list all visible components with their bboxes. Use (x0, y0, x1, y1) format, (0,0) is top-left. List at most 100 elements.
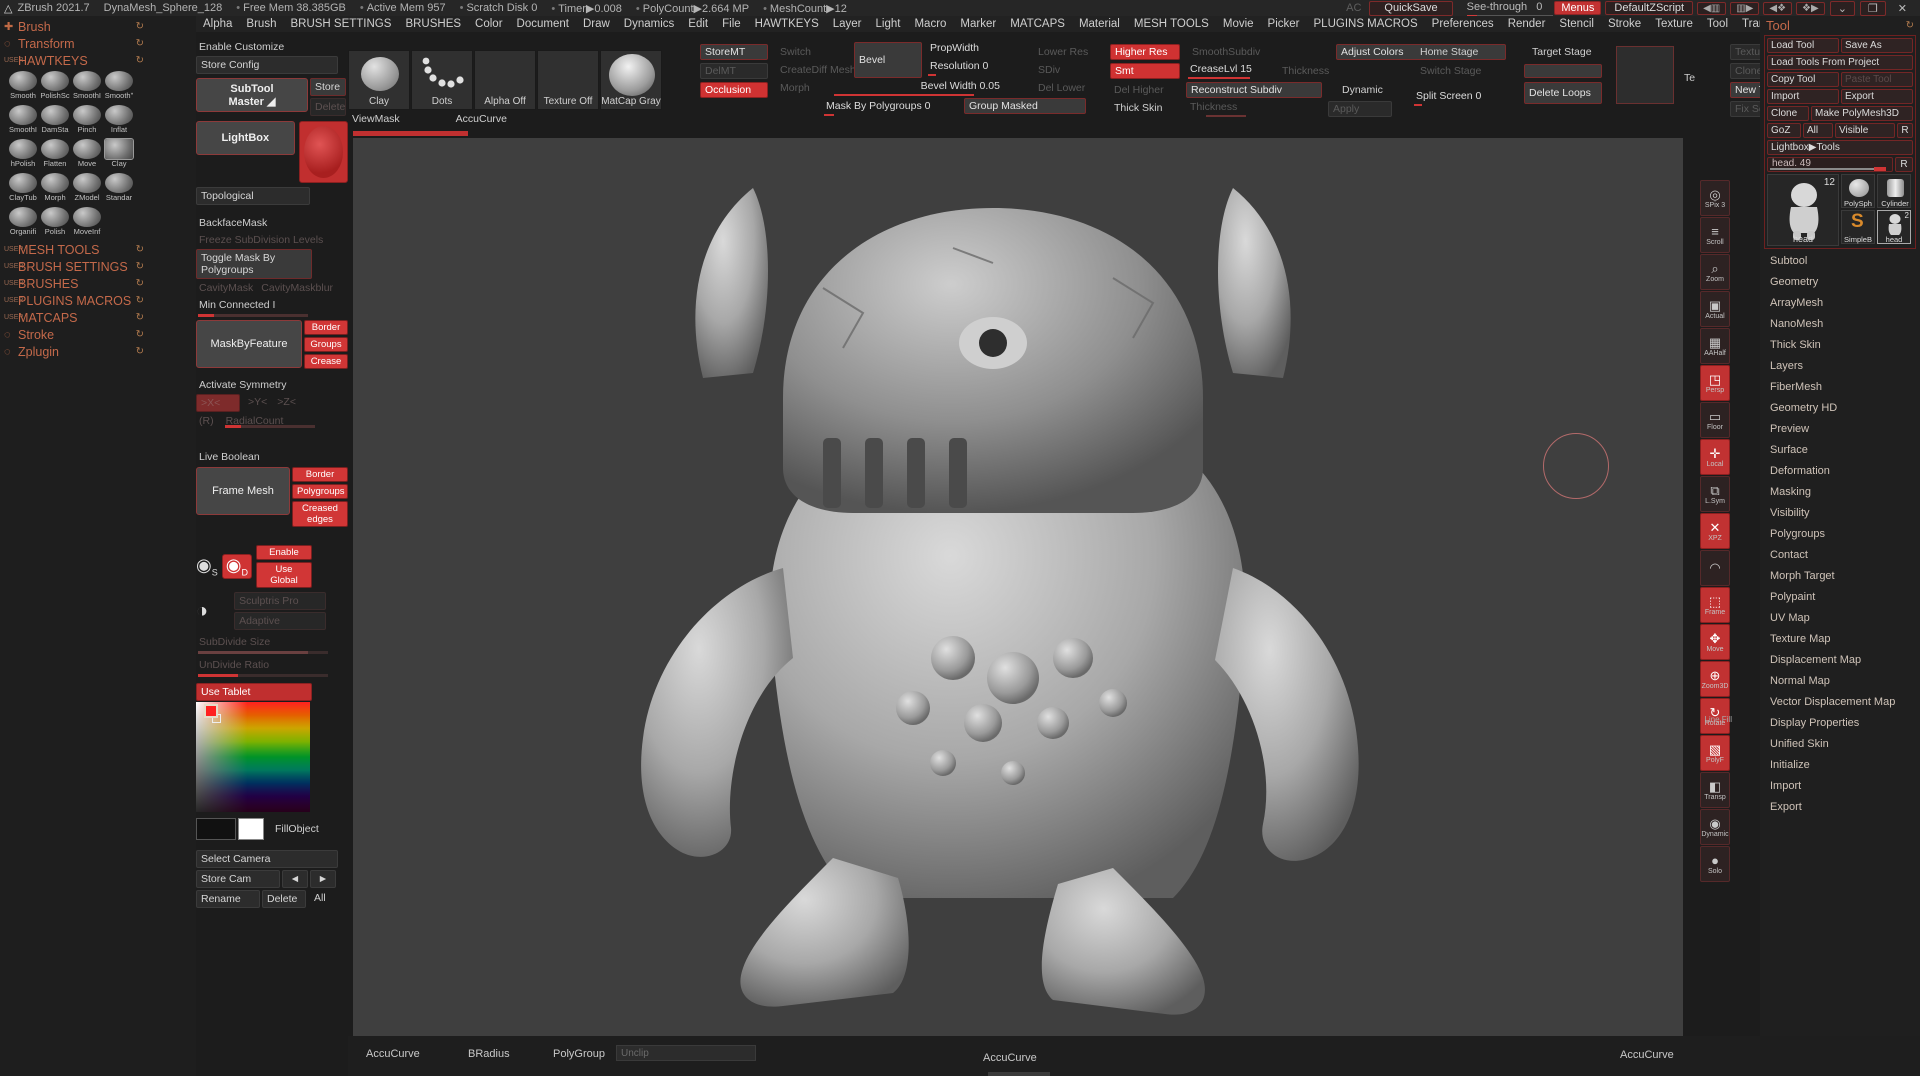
actual-size-icon[interactable]: ▣ Actual (1700, 291, 1730, 327)
mbf-crease-button[interactable]: Crease (304, 354, 348, 369)
sidebar-item-mesh-tools[interactable]: USER MESH TOOLS ↻ (0, 241, 196, 258)
menu-item-render[interactable]: Render (1501, 18, 1553, 30)
tool-subpalette-normal-map[interactable]: Normal Map (1760, 670, 1920, 691)
delmt-button[interactable]: DelMT (700, 63, 768, 79)
group-masked-button[interactable]: Group Masked (964, 98, 1086, 114)
scroll-icon[interactable]: ≡ Scroll (1700, 217, 1730, 253)
min-connected-slider[interactable] (198, 314, 308, 317)
bevel-width-slider[interactable]: Bevel Width 0.05 (818, 80, 1018, 96)
menu-item-brushes[interactable]: BRUSHES (398, 18, 468, 30)
store-button[interactable]: Store (310, 78, 346, 96)
brush-damsta[interactable]: DamSta (40, 105, 70, 137)
apply-button[interactable]: Apply (1328, 101, 1392, 117)
zscript-button[interactable]: DefaultZScript (1605, 1, 1694, 15)
brush-morph[interactable]: Morph (40, 173, 70, 205)
bottom-polygroup[interactable]: PolyGroup (553, 1048, 605, 1060)
menu-item-mesh-tools[interactable]: MESH TOOLS (1127, 18, 1216, 30)
tool-thumb-head2[interactable]: 2 head (1877, 210, 1911, 244)
menu-item-plugins-macros[interactable]: PLUGINS MACROS (1307, 18, 1425, 30)
sdiv-slider[interactable]: SDiv (1034, 63, 1100, 77)
tool-thumb-cylinder[interactable]: Cylinder (1877, 174, 1911, 208)
solo-icon[interactable]: ● Solo (1700, 846, 1730, 882)
sidebar-item-stroke[interactable]: ◌ Stroke ↻ (0, 326, 196, 343)
paste-tool-button[interactable]: Paste Tool (1841, 72, 1913, 87)
tool-subpalette-uv-map[interactable]: UV Map (1760, 607, 1920, 628)
frame-mesh-button[interactable]: Frame Mesh (196, 467, 290, 515)
refresh-icon[interactable]: ↻ (136, 55, 144, 66)
brush-flatten[interactable]: Flatten (40, 139, 70, 171)
menu-item-brush-settings[interactable]: BRUSH SETTINGS (283, 18, 398, 30)
adaptive-button[interactable]: Adaptive (234, 612, 327, 630)
tool-thumb-head-main[interactable]: 12 head (1767, 174, 1839, 246)
tool-subpalette-preview[interactable]: Preview (1760, 418, 1920, 439)
aahalf-icon[interactable]: ▦ AAHalf (1700, 328, 1730, 364)
bevel-button[interactable]: Bevel (854, 42, 922, 78)
menu-item-layer[interactable]: Layer (826, 18, 869, 30)
polyframe-icon[interactable]: ▧ PolyF (1700, 735, 1730, 771)
delete-button[interactable]: Delete (310, 98, 346, 116)
xpose-icon[interactable]: ✕ XPZ (1700, 513, 1730, 549)
propwidth-slider[interactable]: PropWidth (926, 42, 1026, 57)
move-icon[interactable]: ✥ Move (1700, 624, 1730, 660)
load-tool-button[interactable]: Load Tool (1767, 38, 1839, 53)
brush-polish[interactable]: Polish (40, 207, 70, 239)
scroll-left-icon[interactable]: ◀▥ (1697, 1, 1727, 15)
tool-search-r-button[interactable]: R (1895, 157, 1913, 172)
refresh-icon[interactable]: ↻ (136, 329, 144, 340)
menu-item-movie[interactable]: Movie (1216, 18, 1261, 30)
occlusion-button[interactable]: Occlusion (700, 82, 768, 98)
use-global-button[interactable]: Use Global (255, 562, 312, 588)
brush-clay[interactable]: Clay (104, 138, 134, 171)
goz-all-button[interactable]: All (1803, 123, 1833, 138)
menu-item-color[interactable]: Color (468, 18, 509, 30)
menus-toggle-button[interactable]: Menus (1554, 1, 1602, 15)
window-restore-button[interactable]: ❐ (1859, 0, 1886, 16)
menu-item-marker[interactable]: Marker (953, 18, 1003, 30)
brush-standar[interactable]: Standar (104, 173, 134, 205)
tool-subpalette-polypaint[interactable]: Polypaint (1760, 586, 1920, 607)
zoom-icon[interactable]: ⌕ Zoom (1700, 254, 1730, 290)
menu-item-material[interactable]: Material (1072, 18, 1127, 30)
lower-res-button[interactable]: Lower Res (1034, 45, 1100, 59)
split-screen-slider[interactable]: Split Screen 0 (1412, 90, 1502, 106)
menu-item-edit[interactable]: Edit (681, 18, 715, 30)
brush-moveinf[interactable]: MoveInf (72, 207, 102, 239)
export-tool-button[interactable]: Export (1841, 89, 1913, 104)
cam-prev-button[interactable]: ◄ (282, 870, 308, 888)
delete-loops-button[interactable]: Delete Loops (1524, 82, 1602, 104)
thickness-slider-2[interactable]: Thickness (1186, 101, 1296, 117)
frame-icon[interactable]: ⬚ Frame (1700, 587, 1730, 623)
bpr-icon[interactable]: ◎ SPix 3 (1700, 180, 1730, 216)
load-tools-from-project-button[interactable]: Load Tools From Project (1767, 55, 1913, 70)
select-camera-button[interactable]: Select Camera (196, 850, 338, 868)
tool-subpalette-deformation[interactable]: Deformation (1760, 460, 1920, 481)
zoom3d-icon[interactable]: ⊕ Zoom3D (1700, 661, 1730, 697)
del-higher-button[interactable]: Del Higher (1110, 83, 1180, 97)
tool-subpalette-polygroups[interactable]: Polygroups (1760, 523, 1920, 544)
tool-subpalette-surface[interactable]: Surface (1760, 439, 1920, 460)
color-picker-wheel[interactable] (196, 702, 310, 812)
mbf-groups-button[interactable]: Groups (304, 337, 348, 352)
tool-subpalette-geometry-hd[interactable]: Geometry HD (1760, 397, 1920, 418)
window-minimize-button[interactable]: ⌄ (1829, 0, 1855, 16)
menu-item-texture[interactable]: Texture (1648, 18, 1700, 30)
refresh-icon[interactable]: ↻ (136, 278, 144, 289)
target-stage-field[interactable] (1524, 64, 1602, 78)
lightbox-tools-button[interactable]: Lightbox▶Tools (1767, 140, 1913, 155)
store-cam-button[interactable]: Store Cam (196, 870, 280, 888)
refresh-icon[interactable]: ↻ (136, 312, 144, 323)
tool-subpalette-visibility[interactable]: Visibility (1760, 502, 1920, 523)
thick-skin-button[interactable]: Thick Skin (1110, 101, 1166, 115)
goz-button[interactable]: GoZ (1767, 123, 1801, 138)
tool-thumb-simplebrush[interactable]: S SimpleB (1841, 210, 1875, 244)
creatediffmesh-button[interactable]: CreateDiff Mesh (776, 63, 856, 77)
tool-subpalette-subtool[interactable]: Subtool (1760, 250, 1920, 271)
tray-right-icon[interactable]: ❖▶ (1796, 1, 1825, 15)
undivide-ratio-slider[interactable] (198, 674, 328, 677)
subtool-master-button[interactable]: SubTool Master ◢ (196, 78, 308, 112)
refresh-icon[interactable]: ↻ (136, 346, 144, 357)
menu-item-matcaps[interactable]: MATCAPS (1003, 18, 1072, 30)
menu-item-stroke[interactable]: Stroke (1601, 18, 1648, 30)
sculptris-pro-s-icon[interactable]: ◉S (196, 555, 218, 578)
fm-border-button[interactable]: Border (292, 467, 348, 482)
